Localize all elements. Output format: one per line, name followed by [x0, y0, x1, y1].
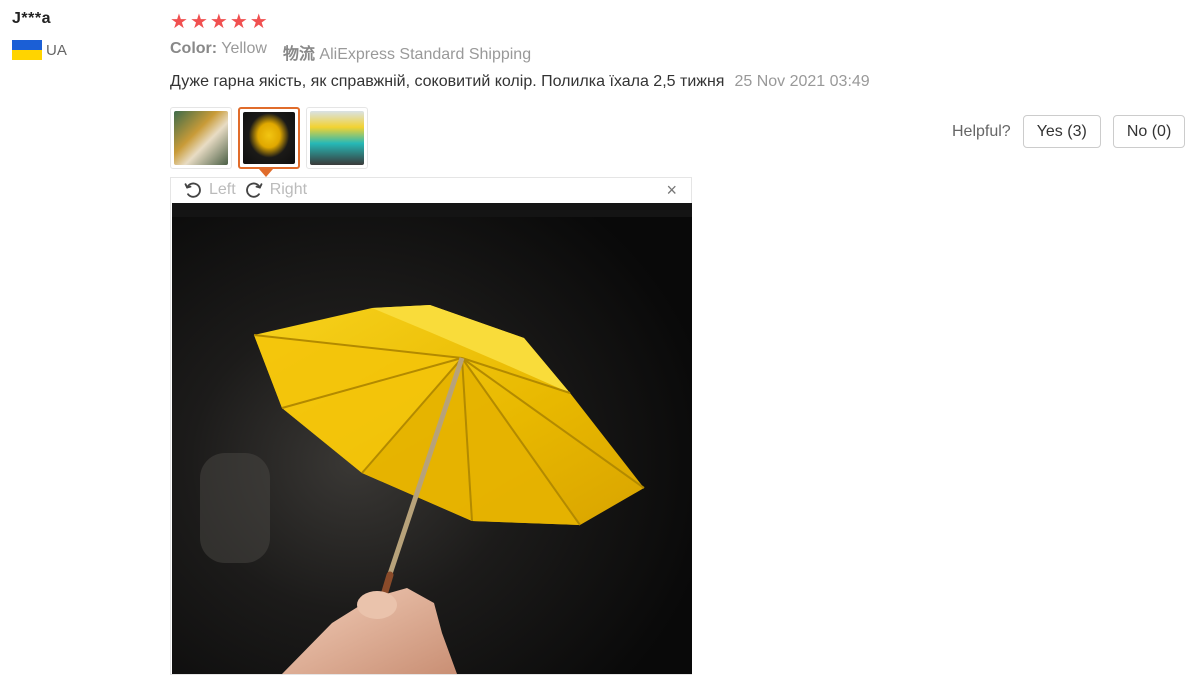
- reviewer-name: J***a: [12, 10, 51, 27]
- star-icon: ★: [170, 11, 188, 33]
- shipping-label: 物流: [282, 46, 315, 63]
- helpful-yes-button[interactable]: Yes (3): [1022, 115, 1101, 148]
- active-thumbnail-pointer: [259, 169, 273, 177]
- star-icon: ★: [209, 11, 228, 33]
- star-rating: ★ ★ ★ ★ ★: [170, 10, 1200, 34]
- ukraine-flag-icon: [12, 40, 42, 60]
- rotate-left-icon: [184, 182, 201, 198]
- rotate-right-button[interactable]: Right: [244, 180, 307, 200]
- color-info: Color: Yellow: [170, 40, 267, 64]
- rotate-left-label: Left: [209, 181, 236, 198]
- review-body: ★ ★ ★ ★ ★ Color: Yellow 物流 AliExpress St…: [170, 10, 1200, 675]
- thumbnail-strip: [170, 107, 368, 169]
- reviewer-info: J***a UA: [12, 10, 67, 60]
- umbrella-photo: [172, 203, 692, 674]
- star-icon: ★: [229, 11, 248, 33]
- rotate-left-button[interactable]: Left: [183, 180, 236, 200]
- country-code: UA: [46, 41, 67, 59]
- star-icon: ★: [189, 11, 208, 33]
- review-thumbnail[interactable]: [170, 107, 232, 169]
- rotate-right-icon: [245, 182, 263, 198]
- rotate-right-label: Right: [269, 181, 308, 198]
- helpful-voting: Helpful? Yes (3) No (0): [952, 115, 1186, 148]
- image-viewer: Left Right ×: [170, 177, 692, 675]
- helpful-no-button[interactable]: No (0): [1112, 115, 1186, 148]
- reviewer-country: UA: [12, 40, 67, 60]
- color-label: Color:: [170, 40, 218, 57]
- review-date: 25 Nov 2021 03:49: [734, 73, 870, 90]
- star-icon: ★: [249, 11, 268, 33]
- shipping-info: 物流 AliExpress Standard Shipping: [283, 40, 531, 64]
- helpful-label: Helpful?: [952, 122, 1011, 140]
- review-thumbnail-active[interactable]: [238, 107, 300, 169]
- color-value: Yellow: [221, 40, 267, 57]
- review-thumbnail[interactable]: [306, 107, 368, 169]
- order-meta: Color: Yellow 物流 AliExpress Standard Shi…: [170, 40, 1200, 64]
- close-icon[interactable]: ×: [666, 181, 677, 199]
- review-content: Дуже гарна якість, як справжній, соковит…: [170, 73, 1200, 91]
- shipping-value: AliExpress Standard Shipping: [319, 46, 532, 63]
- review-photo: [172, 203, 692, 674]
- viewer-toolbar: Left Right ×: [171, 178, 691, 202]
- review-text: Дуже гарна якість, як справжній, соковит…: [170, 73, 725, 90]
